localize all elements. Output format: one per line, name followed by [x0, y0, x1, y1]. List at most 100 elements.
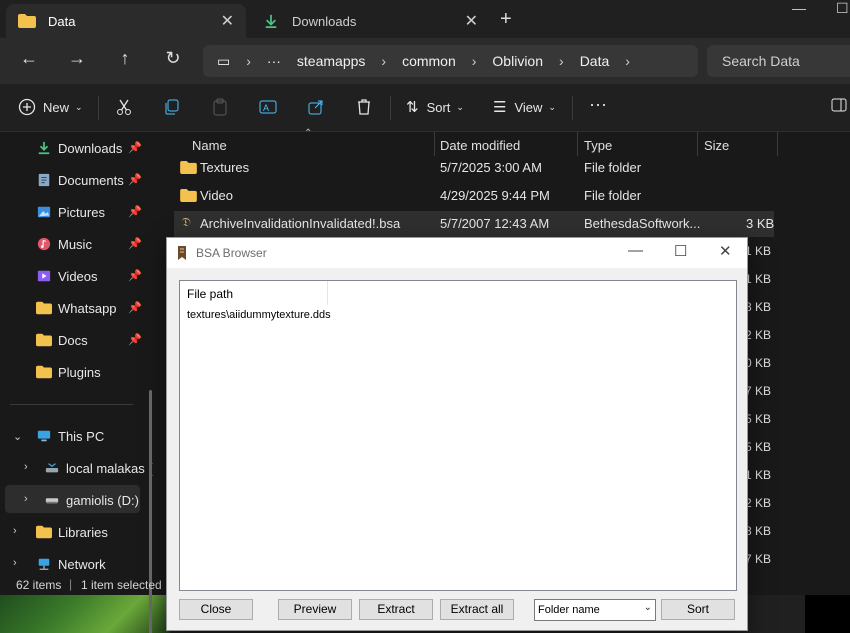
refresh-icon[interactable]: ↻	[159, 48, 187, 72]
paste-button[interactable]	[211, 98, 229, 116]
sidebar-item-whatsapp[interactable]: Whatsapp	[36, 296, 117, 320]
sidebar-item-label: Docs	[58, 332, 88, 348]
view-label: View	[514, 99, 543, 115]
breadcrumb-item[interactable]: Data	[580, 53, 610, 69]
pin-icon[interactable]: 📌	[128, 237, 142, 250]
sidebar-item-videos[interactable]: Videos	[36, 264, 98, 288]
close-icon[interactable]: ✕	[465, 11, 478, 31]
forward-arrow-icon[interactable]: →	[63, 48, 91, 72]
sort-button[interactable]: Sort	[661, 599, 735, 620]
sort-button[interactable]: ⇅ Sort ⌄	[406, 98, 464, 116]
breadcrumb-item[interactable]: steamapps	[297, 53, 365, 69]
column-header-name[interactable]: Name	[192, 138, 227, 153]
delete-button[interactable]	[355, 98, 373, 116]
file-date: 5/7/2007 12:43 AM	[440, 216, 550, 231]
sidebar-item-network[interactable]: Network	[36, 552, 106, 576]
rename-button[interactable]: A	[259, 98, 277, 116]
sidebar-item-pictures[interactable]: Pictures	[36, 200, 105, 224]
sidebar-item-libraries[interactable]: Libraries	[36, 520, 108, 544]
preview-button[interactable]: Preview	[278, 599, 352, 620]
new-button[interactable]: New ⌄	[18, 98, 83, 116]
file-row[interactable]: Video 4/29/2025 9:44 PM File folder	[174, 183, 774, 209]
column-header-type[interactable]: Type	[584, 138, 612, 153]
pin-icon[interactable]: 📌	[128, 205, 142, 218]
drive-icon	[45, 498, 59, 504]
close-icon[interactable]: ✕	[221, 11, 234, 31]
share-button[interactable]	[307, 98, 325, 116]
extract-all-button[interactable]: Extract all	[440, 599, 514, 620]
picture-icon	[37, 206, 51, 218]
file-size: 5 KB	[745, 440, 772, 454]
breadcrumb[interactable]: ▭ › ··· steamapps › common › Oblivion › …	[203, 45, 698, 77]
item-count: 62 items	[16, 578, 62, 592]
chevron-down-icon[interactable]: ⌄	[13, 430, 22, 443]
pin-icon[interactable]: 📌	[128, 333, 142, 346]
computer-icon	[37, 430, 51, 442]
divider	[10, 404, 133, 405]
sort-mode-select[interactable]: Folder name ⌄	[534, 599, 656, 621]
view-button[interactable]: ☰ View ⌄	[493, 98, 556, 116]
address-bar: ← → ↑ ↻ ▭ › ··· steamapps › common › Obl…	[0, 38, 850, 84]
file-row[interactable]: Textures 5/7/2025 3:00 AM File folder	[174, 155, 774, 181]
file-type: BethesdaSoftwork...	[584, 216, 701, 231]
dialog-titlebar[interactable]: BSA Browser — ☐ ✕	[167, 238, 747, 268]
sidebar-item-docs[interactable]: Docs	[36, 328, 88, 352]
chevron-down-icon: ⌄	[75, 101, 83, 112]
column-header-file-path[interactable]: File path	[180, 281, 328, 305]
file-size: 5 KB	[745, 412, 772, 426]
up-arrow-icon[interactable]: ↑	[111, 48, 139, 72]
download-icon	[38, 141, 50, 155]
tab-downloads[interactable]: Downloads ✕	[250, 4, 490, 38]
sidebar-item-local-drive[interactable]: local malakas (	[44, 456, 153, 480]
svg-text:A: A	[263, 103, 269, 113]
sidebar-item-documents[interactable]: Documents	[36, 168, 124, 192]
pin-icon[interactable]: 📌	[128, 141, 142, 154]
close-icon[interactable]: ✕	[719, 242, 732, 260]
minimize-icon[interactable]: —	[628, 242, 643, 259]
pin-icon[interactable]: 📌	[128, 301, 142, 314]
minimize-icon[interactable]: —	[792, 0, 806, 16]
list-item[interactable]: textures\aiidummytexture.dds	[187, 309, 331, 321]
extract-button[interactable]: Extract	[359, 599, 433, 620]
pin-icon[interactable]: 📌	[128, 173, 142, 186]
more-options-icon[interactable]: ···	[589, 94, 607, 115]
breadcrumb-item[interactable]: common	[402, 53, 456, 69]
copy-button[interactable]	[163, 98, 181, 116]
file-name: Textures	[200, 160, 250, 175]
sidebar-scrollbar[interactable]	[149, 390, 152, 633]
sidebar-item-gamiolis-drive[interactable]: gamiolis (D:)	[44, 488, 139, 512]
column-header-size[interactable]: Size	[704, 138, 729, 153]
sidebar-item-music[interactable]: Music	[36, 232, 92, 256]
sidebar-item-downloads[interactable]: Downloads	[36, 136, 122, 160]
column-header-date[interactable]: Date modified	[440, 138, 520, 153]
chevron-right-icon[interactable]: ›	[24, 493, 28, 505]
file-size: 1 KB	[745, 272, 772, 286]
back-arrow-icon[interactable]: ←	[15, 48, 43, 72]
chevron-right-icon[interactable]: ›	[24, 461, 28, 473]
download-icon	[265, 14, 277, 28]
close-button[interactable]: Close	[179, 599, 253, 620]
breadcrumb-overflow[interactable]: ···	[267, 53, 281, 69]
maximize-icon[interactable]: ☐	[674, 242, 687, 260]
search-input[interactable]: Search Data	[707, 45, 850, 77]
file-row-selected[interactable]: 𝔇 ArchiveInvalidationInvalidated!.bsa 5/…	[174, 211, 774, 237]
column-divider	[577, 132, 578, 156]
chevron-right-icon[interactable]: ›	[13, 557, 17, 569]
sidebar-item-label: Network	[58, 556, 106, 572]
copy-icon	[165, 99, 179, 115]
pin-icon[interactable]: 📌	[128, 269, 142, 282]
file-path-list[interactable]: File path textures\aiidummytexture.dds	[179, 280, 737, 591]
sidebar-item-this-pc[interactable]: This PC	[36, 424, 104, 448]
desktop-area	[805, 595, 850, 633]
divider	[98, 96, 99, 120]
column-divider	[697, 132, 698, 156]
sidebar-item-plugins[interactable]: Plugins	[36, 360, 101, 384]
maximize-icon[interactable]: ☐	[836, 0, 849, 17]
tab-data[interactable]: Data ✕	[6, 4, 246, 38]
chevron-right-icon[interactable]: ›	[13, 525, 17, 537]
new-tab-button[interactable]: +	[500, 8, 512, 31]
file-size: 8 KB	[745, 524, 772, 538]
cut-button[interactable]	[115, 98, 133, 116]
details-pane-icon[interactable]	[831, 98, 847, 112]
breadcrumb-item[interactable]: Oblivion	[492, 53, 543, 69]
